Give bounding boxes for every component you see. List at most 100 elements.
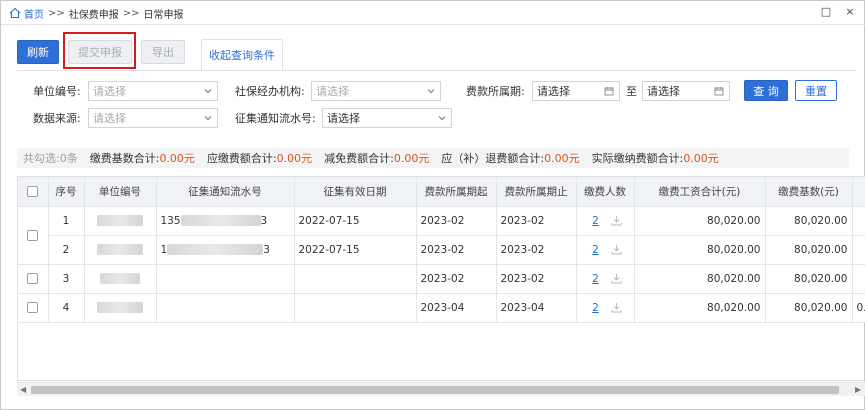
serial-suffix: 3 <box>263 243 270 256</box>
row-checkbox-cell[interactable] <box>18 264 49 294</box>
cell-wage-total: 80,020.00 <box>634 293 766 323</box>
highlight-box <box>63 32 136 69</box>
header-seq: 序号 <box>48 177 85 207</box>
serial-select[interactable]: 请选择 <box>322 108 452 128</box>
redacted-serial <box>167 244 264 255</box>
home-icon <box>9 7 21 19</box>
download-icon[interactable] <box>611 244 622 255</box>
cell-period-from: 2023-02 <box>416 206 497 236</box>
scrollbar-thumb[interactable] <box>31 386 839 394</box>
window-controls: □ × <box>820 5 856 18</box>
serial-suffix: 3 <box>260 214 268 227</box>
breadcrumb-home[interactable]: 首页 <box>24 6 44 21</box>
serial-value: 请选择 <box>327 112 360 125</box>
app-window: 首页 >> 社保费申报 >> 日常申报 □ × 刷新 提交申报 导出 收起查询条… <box>0 0 865 410</box>
header-unit-no: 单位编号 <box>84 177 157 207</box>
select-all-checkbox[interactable] <box>27 185 39 197</box>
cell-base: 80,020.00 <box>765 293 853 323</box>
summary-bar: 共勾选: 0条 缴费基数合计: 0.00元 应缴费额合计: 0.00元 减免费额… <box>17 148 849 168</box>
redacted-unit-no <box>100 273 140 284</box>
header-wage-total: 缴费工资合计(元) <box>634 177 766 207</box>
source-select[interactable]: 请选择 <box>88 108 218 128</box>
table-row[interactable]: 2 13 2022-07-15 2023-02 2023-02 2 80,020… <box>18 235 865 265</box>
count-link[interactable]: 2 <box>589 215 603 227</box>
source-label: 数据来源: <box>33 112 81 125</box>
chevron-down-icon <box>204 116 212 121</box>
cell-wage-total: 80,020.00 <box>634 206 766 236</box>
divider <box>17 70 857 71</box>
cell-period-from: 2023-04 <box>416 293 497 323</box>
breadcrumb-level1[interactable]: 社保费申报 <box>69 6 119 21</box>
breadcrumb-separator: >> <box>48 7 65 19</box>
count-link[interactable]: 2 <box>589 244 603 256</box>
serial-prefix: 1 <box>160 243 168 256</box>
header-select-all[interactable] <box>18 177 49 207</box>
serial-prefix: 135 <box>160 214 181 227</box>
cell-count: 2 <box>576 264 635 294</box>
serial-label: 征集通知流水号: <box>235 112 316 125</box>
table-row[interactable]: 3 2023-02 2023-02 2 80,020.00 80,020.00 <box>18 264 865 294</box>
calendar-icon <box>714 87 724 96</box>
close-icon[interactable]: × <box>844 5 856 18</box>
header-extra: 费 <box>852 177 865 207</box>
period-from-value: 请选择 <box>537 85 570 98</box>
breadcrumb: 首页 >> 社保费申报 >> 日常申报 <box>9 5 184 21</box>
breadcrumb-separator: >> <box>122 7 140 19</box>
divider <box>1 24 865 25</box>
agency-select[interactable]: 请选择 <box>311 81 441 101</box>
cell-unit-no <box>84 264 157 294</box>
unit-no-label: 单位编号: <box>33 85 81 98</box>
restore-icon[interactable]: □ <box>820 5 832 18</box>
query-button[interactable]: 查 询 <box>744 80 788 101</box>
period-to-picker[interactable]: 请选择 <box>642 81 730 101</box>
download-icon[interactable] <box>611 273 622 284</box>
row-checkbox-cell[interactable] <box>18 293 49 323</box>
chevron-down-icon <box>427 89 435 94</box>
row-checkbox[interactable] <box>27 273 39 284</box>
horizontal-scrollbar[interactable]: ◀ ▶ <box>17 382 865 396</box>
row-checkbox[interactable] <box>27 302 39 313</box>
unit-no-select[interactable]: 请选择 <box>88 81 218 101</box>
actual-total-value: 0.00元 <box>683 152 719 165</box>
cell-base: 80,020.00 <box>765 264 853 294</box>
breadcrumb-current: 日常申报 <box>143 9 184 21</box>
declaration-table: 序号 单位编号 征集通知流水号 征集有效日期 费款所属期起 费款所属期止 缴费人… <box>17 176 865 381</box>
scroll-right-arrow-icon[interactable]: ▶ <box>855 385 863 395</box>
unit-no-placeholder: 请选择 <box>93 85 126 98</box>
base-total-value: 0.00元 <box>159 152 195 165</box>
header-valid-date: 征集有效日期 <box>294 177 417 207</box>
row-checkbox-cell[interactable] <box>18 206 49 265</box>
row-checkbox[interactable] <box>27 229 39 241</box>
header-count: 缴费人数 <box>576 177 635 207</box>
download-icon[interactable] <box>611 302 622 313</box>
cell-wage-total: 80,020.00 <box>634 235 766 265</box>
agency-placeholder: 请选择 <box>316 85 349 98</box>
cell-valid-date: 2022-07-15 <box>294 206 417 236</box>
header-base: 缴费基数(元) <box>765 177 853 207</box>
cell-seq: 2 <box>48 235 85 265</box>
table-row[interactable]: 1 135 3 2022-07-15 2023-02 2023-02 2 80,0… <box>18 206 865 265</box>
table-row[interactable]: 4 2023-04 2023-04 2 80,020.00 80,020.00 … <box>18 293 865 323</box>
collapse-query-tab[interactable]: 收起查询条件 <box>201 39 283 71</box>
period-label: 费款所属期: <box>466 85 525 98</box>
count-link[interactable]: 2 <box>589 273 603 285</box>
download-icon[interactable] <box>611 215 622 226</box>
cell-period-to: 2023-02 <box>496 235 577 265</box>
cell-valid-date <box>294 293 417 323</box>
redacted-unit-no <box>97 302 143 313</box>
refresh-button[interactable]: 刷新 <box>17 40 59 64</box>
table-header-row: 序号 单位编号 征集通知流水号 征集有效日期 费款所属期起 费款所属期止 缴费人… <box>18 177 865 207</box>
redacted-unit-no <box>97 244 143 255</box>
reset-button[interactable]: 重置 <box>795 80 837 101</box>
cell-serial: 13 <box>156 235 295 265</box>
cell-extra <box>852 264 865 294</box>
refund-total-value: 0.00元 <box>544 152 580 165</box>
count-link[interactable]: 2 <box>589 302 603 314</box>
cell-wage-total: 80,020.00 <box>634 264 766 294</box>
reduction-total-label: 减免费额合计: <box>324 152 394 165</box>
period-from-picker[interactable]: 请选择 <box>532 81 620 101</box>
payable-total-label: 应缴费额合计: <box>206 152 277 165</box>
scroll-left-arrow-icon[interactable]: ◀ <box>20 385 28 395</box>
export-button[interactable]: 导出 <box>141 40 185 64</box>
cell-extra <box>852 206 865 236</box>
